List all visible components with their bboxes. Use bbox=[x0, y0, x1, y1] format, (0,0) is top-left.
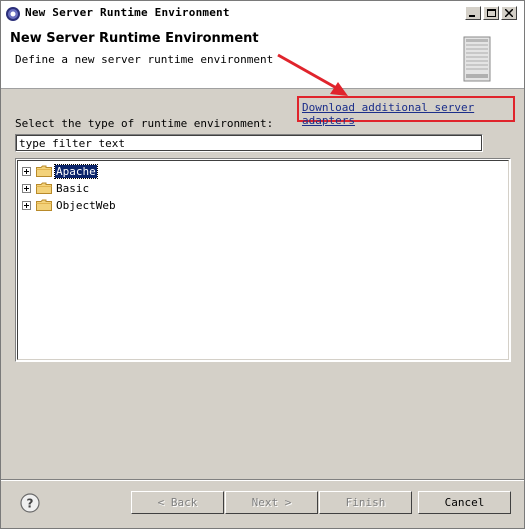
tree-item-label: Basic bbox=[56, 181, 90, 195]
footer-separator bbox=[1, 479, 524, 481]
window-title: New Server Runtime Environment bbox=[25, 6, 230, 19]
tree-item-apache[interactable]: Apache bbox=[22, 163, 98, 179]
close-button[interactable] bbox=[501, 6, 517, 20]
minimize-button[interactable] bbox=[465, 6, 481, 20]
app-icon bbox=[6, 7, 20, 21]
filter-input[interactable] bbox=[15, 134, 483, 152]
tree-item-label: ObjectWeb bbox=[56, 198, 116, 212]
download-adapters-link[interactable]: Download additional server adapters bbox=[302, 101, 524, 127]
folder-icon bbox=[36, 199, 52, 211]
maximize-button[interactable] bbox=[483, 6, 499, 20]
dialog-window: New Server Runtime Environment New Serve… bbox=[0, 0, 525, 529]
folder-icon bbox=[36, 182, 52, 194]
help-icon[interactable]: ? bbox=[20, 493, 40, 513]
expand-icon[interactable] bbox=[22, 200, 31, 210]
page-title: New Server Runtime Environment bbox=[10, 31, 259, 46]
expand-icon[interactable] bbox=[22, 166, 31, 176]
tree-item-basic[interactable]: Basic bbox=[22, 180, 90, 196]
minimize-icon bbox=[469, 15, 475, 17]
server-icon bbox=[463, 36, 491, 82]
svg-text:?: ? bbox=[27, 497, 34, 511]
tree-item-objectweb[interactable]: ObjectWeb bbox=[22, 197, 117, 213]
finish-button[interactable]: Finish bbox=[319, 491, 412, 514]
expand-icon[interactable] bbox=[22, 183, 31, 193]
back-button[interactable]: < Back bbox=[131, 491, 224, 514]
runtime-tree-frame bbox=[17, 160, 509, 360]
next-button[interactable]: Next > bbox=[225, 491, 318, 514]
maximize-icon bbox=[486, 9, 496, 17]
runtime-type-label: Select the type of runtime environment: bbox=[15, 117, 274, 130]
cancel-button[interactable]: Cancel bbox=[418, 491, 511, 514]
wizard-header: New Server Runtime Environment Define a … bbox=[1, 26, 524, 89]
title-bar[interactable]: New Server Runtime Environment bbox=[1, 1, 524, 26]
tree-item-label: Apache bbox=[54, 163, 98, 179]
folder-icon bbox=[36, 165, 52, 177]
page-description: Define a new server runtime environment bbox=[15, 53, 274, 66]
close-icon bbox=[505, 9, 513, 17]
runtime-tree[interactable]: Apache Basic ObjectWeb bbox=[15, 158, 511, 362]
